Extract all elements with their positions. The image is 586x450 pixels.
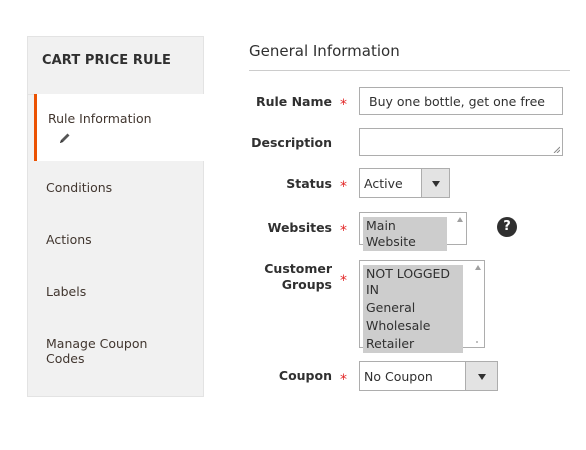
coupon-value: No Coupon — [364, 369, 433, 384]
section-divider — [249, 70, 570, 71]
scroll-down-icon[interactable] — [476, 341, 478, 343]
websites-option[interactable]: Main Website — [363, 217, 447, 251]
rule-name-label: Rule Name — [255, 94, 332, 109]
websites-multiselect[interactable]: Main Website — [359, 212, 467, 251]
sidebar-item-rule-information[interactable]: Rule Information — [34, 94, 205, 161]
coupon-label: Coupon — [278, 368, 332, 383]
required-marker: * — [340, 179, 347, 195]
coupon-dropdown-button[interactable] — [465, 362, 497, 390]
sidebar-item-conditions[interactable]: Conditions — [28, 180, 203, 195]
coupon-select[interactable]: No Coupon — [359, 361, 498, 391]
scroll-up-icon[interactable] — [457, 217, 463, 222]
required-marker: * — [340, 223, 347, 239]
pencil-icon — [60, 133, 70, 143]
customer-groups-multiselect[interactable]: NOT LOGGED IN General Wholesale Retailer — [359, 260, 485, 353]
websites-label: Websites — [267, 220, 332, 235]
chevron-down-icon — [432, 181, 440, 187]
customer-groups-label: Customer Groups — [212, 261, 332, 293]
sidebar-item-label: Actions — [46, 232, 92, 247]
required-marker: * — [340, 273, 347, 289]
status-dropdown-button[interactable] — [421, 169, 449, 197]
description-textarea[interactable] — [359, 128, 563, 156]
customer-groups-label-line1: Customer — [264, 261, 332, 276]
customer-group-option[interactable]: Wholesale — [363, 317, 463, 335]
help-icon[interactable]: ? — [497, 217, 517, 237]
status-select[interactable]: Active — [359, 168, 450, 198]
chevron-down-icon — [478, 374, 486, 380]
status-value: Active — [364, 176, 403, 191]
sidebar-item-actions[interactable]: Actions — [28, 232, 203, 247]
customer-group-option[interactable]: NOT LOGGED IN — [363, 265, 463, 299]
sidebar-item-label: Conditions — [46, 180, 113, 195]
description-label: Description — [251, 135, 332, 150]
rule-name-input[interactable]: Buy one bottle, get one free — [359, 87, 563, 115]
required-marker: * — [340, 372, 347, 388]
sidebar-item-label: Rule Information — [48, 111, 152, 126]
sidebar: CART PRICE RULE Rule Information Conditi… — [27, 36, 205, 397]
sidebar-title: CART PRICE RULE — [28, 37, 203, 95]
resize-grip-icon[interactable] — [553, 146, 560, 153]
customer-group-option[interactable]: Retailer — [363, 335, 463, 353]
sidebar-item-manage-coupon-codes[interactable]: Manage Coupon Codes — [28, 336, 148, 366]
status-label: Status — [286, 176, 332, 191]
customer-groups-label-line2: Groups — [281, 277, 332, 292]
section-title: General Information — [249, 42, 400, 60]
required-marker: * — [340, 97, 347, 113]
sidebar-item-labels[interactable]: Labels — [28, 284, 203, 299]
scroll-up-icon[interactable] — [475, 265, 481, 270]
sidebar-item-label: Manage Coupon Codes — [46, 336, 148, 366]
sidebar-item-label: Labels — [46, 284, 87, 299]
customer-group-option[interactable]: General — [363, 299, 463, 317]
